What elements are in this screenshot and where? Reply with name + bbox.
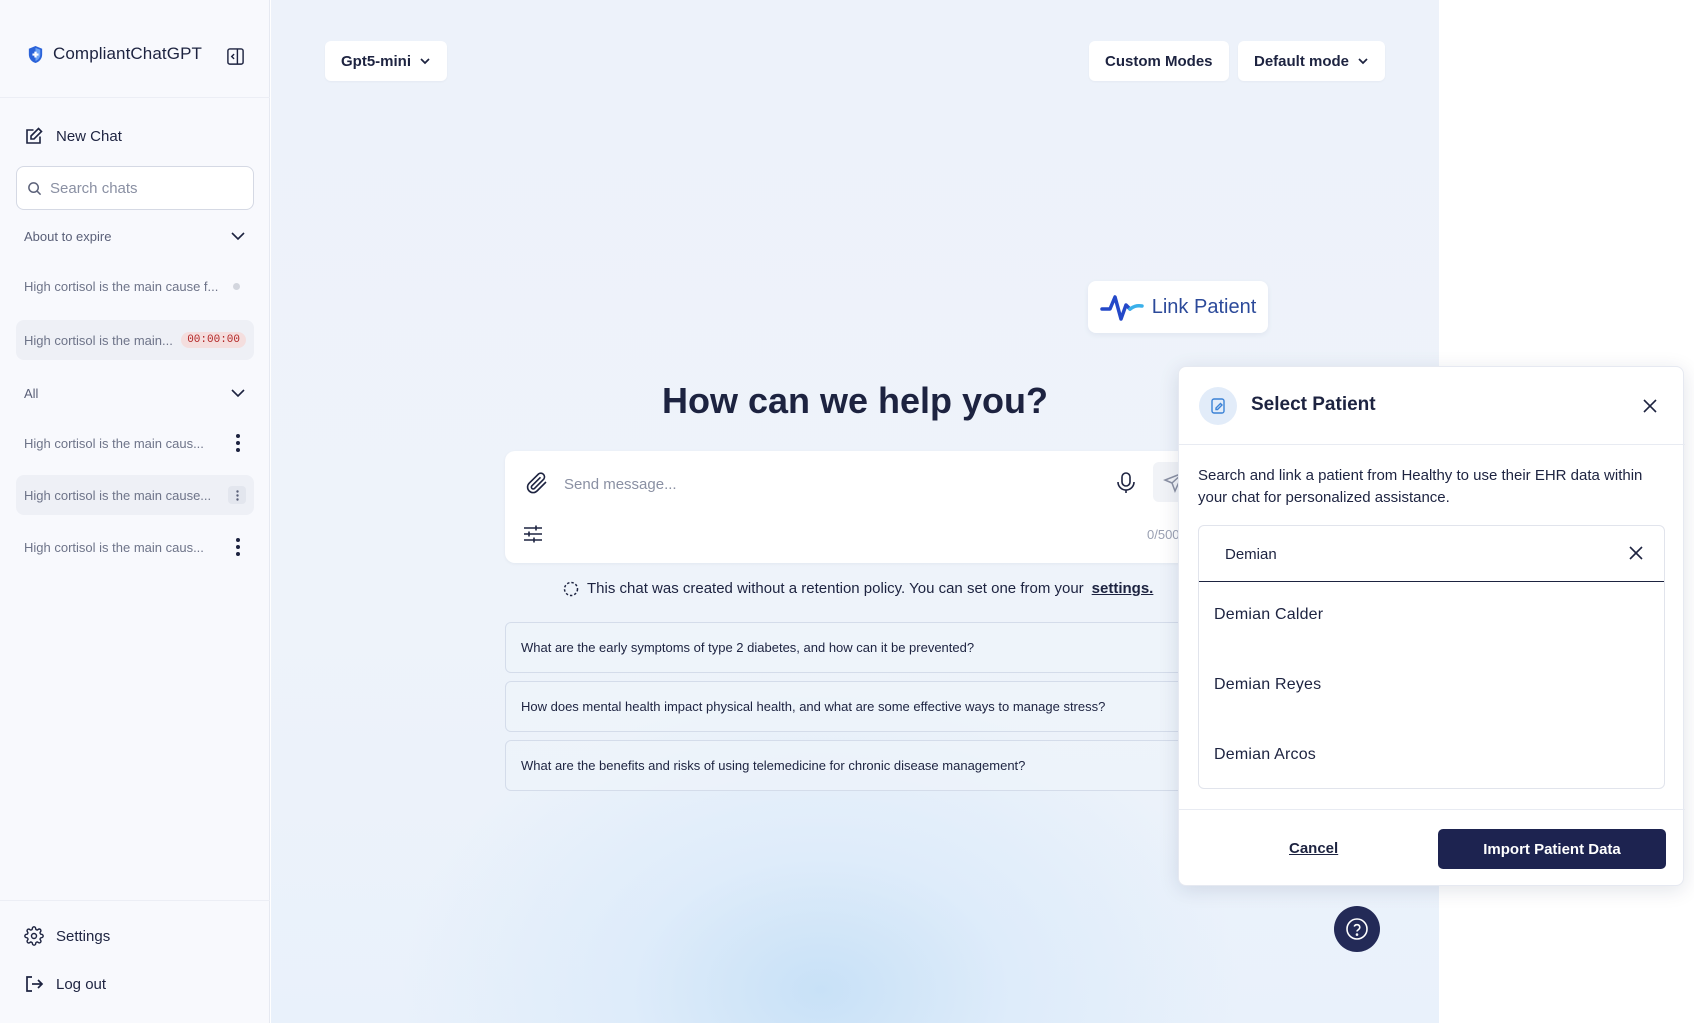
- new-chat-label: New Chat: [56, 127, 122, 145]
- search-chats-field[interactable]: [16, 166, 254, 210]
- section-title: About to expire: [24, 228, 112, 244]
- status-dot: [233, 282, 240, 290]
- sidebar-collapse-icon[interactable]: [226, 47, 245, 66]
- section-all[interactable]: All: [24, 385, 246, 401]
- edit-icon: [26, 127, 43, 144]
- patient-search-field[interactable]: [1199, 526, 1664, 582]
- page-title: How can we help you?: [661, 380, 1049, 421]
- mode-selector[interactable]: Default mode: [1238, 41, 1386, 81]
- question-icon: [1346, 918, 1368, 940]
- more-options-icon[interactable]: [230, 432, 246, 454]
- sidebar: CompliantChatGPT New Chat About to expir…: [0, 0, 270, 1023]
- logout-icon: [26, 976, 44, 992]
- chat-item[interactable]: High cortisol is the main cause...: [16, 475, 254, 515]
- sliders-icon[interactable]: [523, 524, 543, 544]
- chat-title: High cortisol is the main cause f...: [24, 278, 219, 294]
- sidebar-divider: [0, 97, 270, 98]
- dialog-footer-divider: [1179, 809, 1685, 810]
- patient-search-box: Demian Calder Demian Reyes Demian Arcos: [1198, 525, 1665, 789]
- select-patient-dialog: Select Patient Search and link a patient…: [1178, 366, 1685, 886]
- paperclip-icon[interactable]: [525, 471, 549, 495]
- section-title: All: [24, 385, 39, 401]
- patient-option[interactable]: Demian Reyes: [1214, 676, 1321, 694]
- dialog-header: Select Patient: [1179, 367, 1685, 445]
- chevron-down-icon: [231, 232, 245, 241]
- chat-title: High cortisol is the main caus...: [24, 435, 204, 451]
- chat-title: High cortisol is the main caus...: [24, 539, 204, 555]
- dashed-circle-icon: [563, 581, 579, 596]
- link-patient-button[interactable]: Link Patient: [1088, 281, 1268, 333]
- expiry-timer-badge: 00:00:00: [181, 332, 246, 348]
- chat-item[interactable]: High cortisol is the main caus...: [16, 527, 254, 567]
- chevron-down-icon: [231, 389, 245, 398]
- link-patient-label: Link Patient: [1151, 295, 1257, 318]
- brand: CompliantChatGPT: [26, 44, 202, 64]
- import-patient-data-button[interactable]: Import Patient Data: [1438, 829, 1666, 869]
- chat-title: High cortisol is the main...: [24, 332, 173, 348]
- section-about-to-expire[interactable]: About to expire: [24, 228, 246, 244]
- shield-logo-icon: [28, 45, 43, 63]
- suggestion-card[interactable]: What are the benefits and risks of using…: [505, 740, 1205, 791]
- patient-option[interactable]: Demian Calder: [1214, 606, 1323, 624]
- help-button[interactable]: [1334, 906, 1380, 952]
- chat-title: High cortisol is the main cause...: [24, 487, 212, 503]
- settings-link-inline[interactable]: settings.: [1092, 580, 1154, 597]
- pulse-logo-icon: [1099, 295, 1144, 321]
- cancel-button[interactable]: Cancel: [1289, 840, 1338, 857]
- character-counter: 0/500: [1147, 527, 1180, 542]
- suggestion-card[interactable]: What are the early symptoms of type 2 di…: [505, 622, 1205, 673]
- patient-record-icon: [1199, 387, 1237, 425]
- close-icon[interactable]: [1639, 395, 1661, 417]
- model-selector[interactable]: Gpt5-mini: [325, 41, 447, 81]
- search-icon: [28, 181, 42, 195]
- custom-modes-label: Custom Modes: [1105, 52, 1213, 70]
- suggestion-text: What are the early symptoms of type 2 di…: [521, 640, 975, 655]
- app-name: CompliantChatGPT: [53, 44, 202, 63]
- patient-search-input[interactable]: [1225, 542, 1605, 566]
- new-chat-button[interactable]: New Chat: [24, 126, 122, 146]
- message-input[interactable]: [564, 471, 1084, 497]
- model-selector-label: Gpt5-mini: [341, 52, 411, 70]
- chat-item[interactable]: High cortisol is the main cause f...: [16, 266, 254, 306]
- custom-modes-button[interactable]: Custom Modes: [1089, 41, 1229, 81]
- dialog-description: Search and link a patient from Healthy t…: [1198, 467, 1643, 506]
- logout-label: Log out: [56, 975, 107, 993]
- search-chats-input[interactable]: [50, 179, 240, 197]
- retention-text: This chat was created without a retentio…: [587, 580, 1084, 597]
- dialog-title: Select Patient: [1251, 394, 1376, 415]
- microphone-icon[interactable]: [1115, 471, 1137, 495]
- more-options-icon[interactable]: [228, 486, 246, 504]
- import-button-label: Import Patient Data: [1483, 840, 1621, 858]
- settings-link[interactable]: Settings: [24, 926, 110, 946]
- message-composer: 0/500: [505, 451, 1205, 563]
- chat-item[interactable]: High cortisol is the main caus...: [16, 423, 254, 463]
- suggestion-text: How does mental health impact physical h…: [521, 699, 1106, 714]
- logout-link[interactable]: Log out: [24, 974, 106, 994]
- chevron-down-icon: [1358, 58, 1368, 65]
- sidebar-divider: [0, 900, 270, 901]
- gear-icon: [24, 926, 44, 946]
- more-options-icon[interactable]: [230, 536, 246, 558]
- mode-selector-label: Default mode: [1254, 52, 1350, 70]
- suggestion-text: What are the benefits and risks of using…: [521, 758, 1026, 773]
- chat-item[interactable]: High cortisol is the main... 00:00:00: [16, 320, 254, 360]
- suggestion-card[interactable]: How does mental health impact physical h…: [505, 681, 1205, 732]
- patient-option[interactable]: Demian Arcos: [1214, 746, 1316, 764]
- clear-search-icon[interactable]: [1625, 542, 1647, 564]
- chevron-down-icon: [420, 58, 430, 65]
- retention-notice: This chat was created without a retentio…: [563, 580, 1153, 597]
- settings-label: Settings: [56, 927, 111, 945]
